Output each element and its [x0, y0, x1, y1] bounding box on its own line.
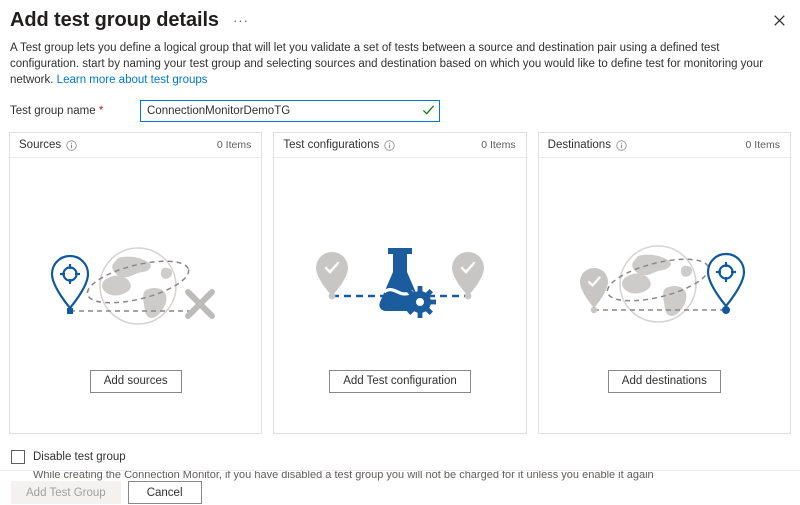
- panel-test-configurations-action: Add Test configuration: [329, 370, 471, 393]
- panel-sources-header: Sources 0 Items: [10, 133, 261, 158]
- name-label-text: Test group name: [10, 105, 96, 117]
- panel-test-configurations-body: Add Test configuration: [274, 158, 525, 433]
- add-test-configuration-button[interactable]: Add Test configuration: [329, 370, 471, 393]
- info-icon[interactable]: [616, 140, 627, 151]
- required-marker: *: [99, 105, 103, 117]
- add-test-group-button[interactable]: Add Test Group: [11, 481, 121, 504]
- test-group-name-label: Test group name *: [10, 105, 140, 117]
- disable-test-group-row[interactable]: Disable test group: [11, 450, 790, 464]
- panel-test-configurations-header: Test configurations 0 Items: [274, 133, 525, 158]
- footer-actions: Add Test Group Cancel: [0, 470, 800, 504]
- description-text: A Test group lets you define a logical g…: [0, 36, 790, 88]
- learn-more-link[interactable]: Learn more about test groups: [57, 74, 208, 86]
- panel-sources: Sources 0 Items: [9, 132, 262, 434]
- page-title: Add test group details: [10, 8, 219, 32]
- panel-test-configurations-count: 0 Items: [481, 139, 515, 151]
- cancel-button[interactable]: Cancel: [128, 481, 202, 504]
- panel-destinations-header: Destinations 0 Items: [539, 133, 790, 158]
- panels-container: Sources 0 Items: [0, 122, 800, 434]
- test-group-name-input-wrap: [140, 100, 440, 122]
- panel-destinations-title: Destinations: [548, 139, 611, 151]
- info-icon[interactable]: [384, 140, 395, 151]
- test-group-name-input[interactable]: [140, 100, 440, 122]
- panel-test-configurations-title: Test configurations: [283, 139, 379, 151]
- flask-gear-illustration: [310, 224, 490, 344]
- panel-sources-count: 0 Items: [217, 139, 251, 151]
- close-icon[interactable]: [768, 9, 790, 31]
- add-sources-button[interactable]: Add sources: [90, 370, 182, 393]
- info-icon[interactable]: [66, 140, 77, 151]
- disable-test-group-checkbox[interactable]: [11, 450, 25, 464]
- add-destinations-button[interactable]: Add destinations: [608, 370, 721, 393]
- destination-globe-pin-illustration: [574, 224, 754, 344]
- panel-sources-body: Add sources: [10, 158, 261, 433]
- panel-destinations-body: Add destinations: [539, 158, 790, 433]
- page-header: Add test group details ···: [0, 0, 800, 36]
- ellipsis-icon[interactable]: ···: [233, 8, 249, 34]
- test-group-name-row: Test group name *: [0, 88, 800, 122]
- disable-test-group-label[interactable]: Disable test group: [33, 451, 126, 463]
- panel-destinations-action: Add destinations: [608, 370, 721, 393]
- panel-sources-action: Add sources: [90, 370, 182, 393]
- panel-test-configurations: Test configurations 0 Items: [273, 132, 526, 434]
- panel-destinations-count: 0 Items: [746, 139, 780, 151]
- panel-destinations: Destinations 0 Items: [538, 132, 791, 434]
- source-pin-globe-illustration: [46, 224, 226, 344]
- panel-sources-title: Sources: [19, 139, 61, 151]
